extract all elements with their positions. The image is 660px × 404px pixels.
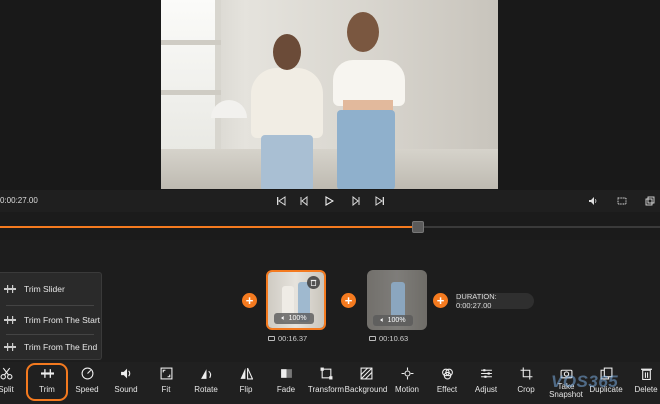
tool-trim-button[interactable]: Trim: [27, 366, 67, 402]
clip-duration: 00:16.37: [268, 334, 307, 343]
video-icon: [268, 336, 275, 341]
tool-label: Split: [0, 385, 14, 394]
trash-icon: [639, 366, 653, 380]
clip-volume[interactable]: 🔈︎ 100%: [373, 315, 413, 326]
previous-frame-icon[interactable]: [297, 194, 311, 208]
preview-area: [0, 0, 660, 190]
scrub-progress: [0, 226, 416, 228]
trim-menu: Trim Slider Trim From The Start Trim Fro…: [0, 272, 102, 360]
trim-slider-icon: [4, 284, 16, 294]
trim-menu-item-slider[interactable]: Trim Slider: [0, 277, 102, 301]
trim-menu-item-end[interactable]: Trim From The End: [0, 335, 102, 359]
fade-icon: [279, 366, 293, 380]
watermark: VOS365: [551, 372, 619, 391]
play-icon[interactable]: [322, 194, 336, 208]
tool-label: Fit: [161, 385, 171, 394]
trim-menu-item-label: Trim Slider: [24, 284, 65, 294]
divider: [6, 305, 94, 306]
aspect-ratio-icon[interactable]: [615, 194, 629, 208]
transform-icon: [319, 366, 333, 380]
tool-label: Delete: [634, 385, 658, 394]
speaker-icon: 🔈︎: [281, 314, 286, 322]
total-duration: DURATION: 0:00:27.00: [456, 292, 534, 310]
trim-menu-item-start[interactable]: Trim From The Start: [0, 308, 102, 332]
tool-rotate-button[interactable]: Rotate: [186, 366, 226, 402]
add-clip-button[interactable]: +: [433, 293, 448, 308]
trash-icon[interactable]: [307, 276, 320, 289]
tool-label: Effect: [436, 385, 458, 394]
tool-label: Transform: [307, 385, 345, 394]
tool-split-button[interactable]: Split: [0, 366, 26, 402]
scissors-icon: [0, 366, 13, 380]
tool-speed-button[interactable]: Speed: [67, 366, 107, 402]
tool-label: Sound: [114, 385, 138, 394]
volume-icon[interactable]: [586, 194, 600, 208]
fullscreen-icon[interactable]: [643, 194, 657, 208]
add-clip-button[interactable]: +: [242, 293, 257, 308]
skip-to-start-icon[interactable]: [274, 194, 288, 208]
speaker-icon: [119, 366, 133, 380]
tool-fade-button[interactable]: Fade: [266, 366, 306, 402]
tool-label: Crop: [517, 385, 535, 394]
effect-icon: [440, 366, 454, 380]
next-frame-icon[interactable]: [349, 194, 363, 208]
tool-transform-button[interactable]: Transform: [306, 366, 346, 402]
speaker-icon: 🔈︎: [380, 316, 385, 324]
tool-label: Trim: [39, 385, 55, 394]
speedometer-icon: [80, 366, 94, 380]
timeline-clip-2[interactable]: 🔈︎ 100%: [367, 270, 427, 330]
trim-menu-item-label: Trim From The Start: [24, 315, 101, 325]
scrub-handle[interactable]: [412, 221, 424, 233]
current-time: 0:00:27.00: [0, 196, 38, 205]
clip-volume[interactable]: 🔈︎ 100%: [274, 313, 314, 324]
tool-label: Rotate: [194, 385, 218, 394]
add-clip-button[interactable]: +: [341, 293, 356, 308]
tool-label: Flip: [239, 385, 253, 394]
rotate-icon: [199, 366, 213, 380]
tool-delete-button[interactable]: Delete: [626, 366, 660, 402]
trim-menu-item-label: Trim From The End: [24, 342, 98, 352]
skip-to-end-icon[interactable]: [373, 194, 387, 208]
adjust-icon: [479, 366, 493, 380]
tool-background-button[interactable]: Background: [344, 366, 388, 402]
tool-effect-button[interactable]: Effect: [427, 366, 467, 402]
tool-flip-button[interactable]: Flip: [226, 366, 266, 402]
window-decor: [161, 0, 221, 150]
tool-adjust-button[interactable]: Adjust: [466, 366, 506, 402]
fit-icon: [159, 366, 173, 380]
tool-label: Fade: [276, 385, 296, 394]
tool-label: Speed: [75, 385, 99, 394]
tool-motion-button[interactable]: Motion: [387, 366, 427, 402]
trim-start-icon: [4, 315, 16, 325]
tool-label: Background: [344, 385, 388, 394]
tool-label: Adjust: [474, 385, 498, 394]
clip-duration: 00:10.63: [369, 334, 408, 343]
crop-icon: [519, 366, 533, 380]
tool-label: Motion: [394, 385, 419, 394]
timeline-clip-1[interactable]: 🔈︎ 100%: [266, 270, 326, 330]
video-preview[interactable]: [161, 0, 498, 189]
video-icon: [369, 336, 376, 341]
tool-sound-button[interactable]: Sound: [106, 366, 146, 402]
trim-end-icon: [4, 342, 16, 352]
flip-icon: [239, 366, 253, 380]
tool-crop-button[interactable]: Crop: [506, 366, 546, 402]
background-icon: [359, 366, 373, 380]
tool-fit-button[interactable]: Fit: [146, 366, 186, 402]
trim-icon: [40, 366, 54, 380]
motion-icon: [400, 366, 414, 380]
